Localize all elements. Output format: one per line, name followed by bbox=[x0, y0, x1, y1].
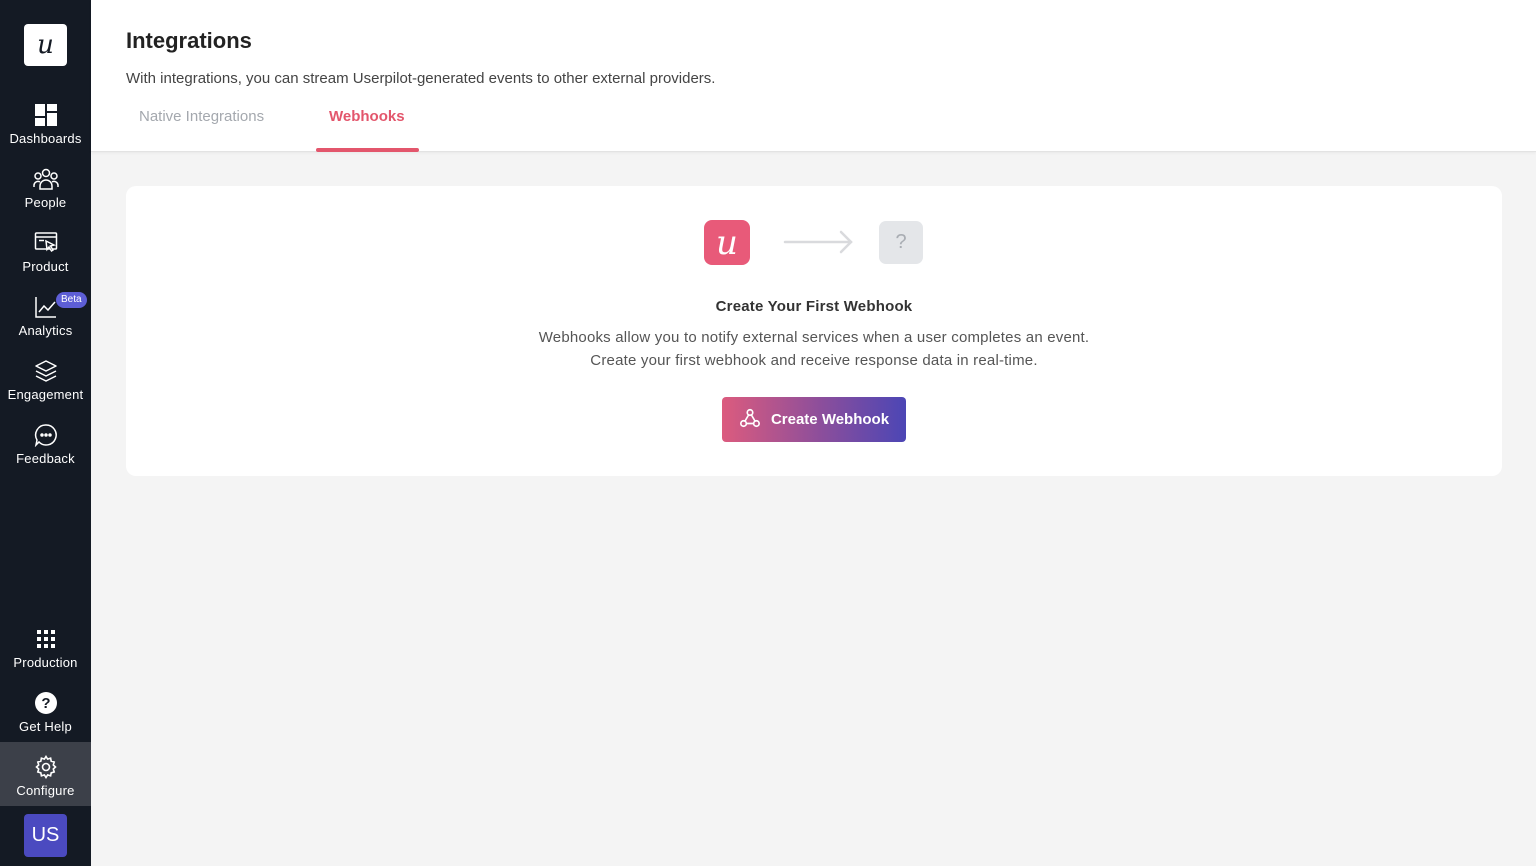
empty-state-description: Webhooks allow you to notify external se… bbox=[538, 329, 1090, 346]
sidebar-item-people[interactable]: People bbox=[0, 160, 91, 224]
dashboard-icon bbox=[33, 102, 59, 128]
product-icon bbox=[33, 230, 59, 256]
sidebar-item-engagement[interactable]: Engagement bbox=[0, 352, 91, 416]
sidebar-item-label: People bbox=[24, 195, 67, 210]
webhook-icon bbox=[739, 407, 761, 433]
sidebar-item-label: Product bbox=[22, 259, 69, 274]
layers-icon bbox=[33, 358, 59, 384]
webhooks-empty-state-card: u ? Create Your First Webhook Webhooks a… bbox=[126, 186, 1502, 476]
sidebar-item-label: Feedback bbox=[16, 451, 75, 466]
gear-icon bbox=[33, 754, 59, 780]
userpilot-brand-icon: u bbox=[704, 220, 750, 265]
create-webhook-button[interactable]: Create Webhook bbox=[722, 397, 906, 442]
grid-icon bbox=[33, 626, 59, 652]
active-tab-indicator bbox=[316, 148, 419, 152]
sidebar-item-label: Engagement bbox=[7, 387, 84, 402]
svg-text:?: ? bbox=[41, 695, 50, 712]
sidebar-item-feedback[interactable]: Feedback bbox=[0, 416, 91, 480]
sidebar: u Dashboards People Product Analytics Be… bbox=[0, 0, 91, 866]
sidebar-item-label: Get Help bbox=[19, 719, 72, 734]
sidebar-item-label: Production bbox=[13, 655, 78, 670]
sidebar-item-label: Analytics bbox=[18, 323, 73, 338]
empty-state-description: Create your first webhook and receive re… bbox=[590, 352, 1038, 369]
people-icon bbox=[32, 166, 59, 192]
unknown-provider-icon: ? bbox=[879, 221, 923, 264]
sidebar-item-product[interactable]: Product bbox=[0, 224, 91, 288]
page-title: Integrations bbox=[126, 28, 252, 53]
tab-webhooks[interactable]: Webhooks bbox=[329, 108, 405, 125]
beta-badge: Beta bbox=[56, 292, 87, 308]
help-icon: ? bbox=[33, 690, 59, 716]
userpilot-logo[interactable]: u bbox=[24, 24, 67, 66]
sidebar-item-label: Configure bbox=[16, 783, 75, 798]
sidebar-item-get-help[interactable]: ? Get Help bbox=[0, 684, 91, 748]
create-webhook-label: Create Webhook bbox=[770, 411, 890, 428]
empty-state-title: Create Your First Webhook bbox=[715, 298, 913, 315]
chat-icon bbox=[33, 422, 59, 448]
analytics-icon bbox=[33, 294, 59, 320]
page-header: Integrations With integrations, you can … bbox=[91, 0, 1536, 152]
app: u Dashboards People Product Analytics Be… bbox=[0, 0, 1536, 866]
avatar[interactable]: US bbox=[24, 814, 67, 857]
sidebar-item-configure[interactable]: Configure bbox=[0, 742, 91, 806]
tab-native-integrations[interactable]: Native Integrations bbox=[139, 108, 264, 125]
sidebar-item-production[interactable]: Production bbox=[0, 620, 91, 684]
sidebar-item-label: Dashboards bbox=[9, 131, 82, 146]
sidebar-item-dashboards[interactable]: Dashboards bbox=[0, 96, 91, 160]
arrow-right-icon bbox=[783, 230, 855, 259]
page-subtitle: With integrations, you can stream Userpi… bbox=[126, 70, 716, 87]
